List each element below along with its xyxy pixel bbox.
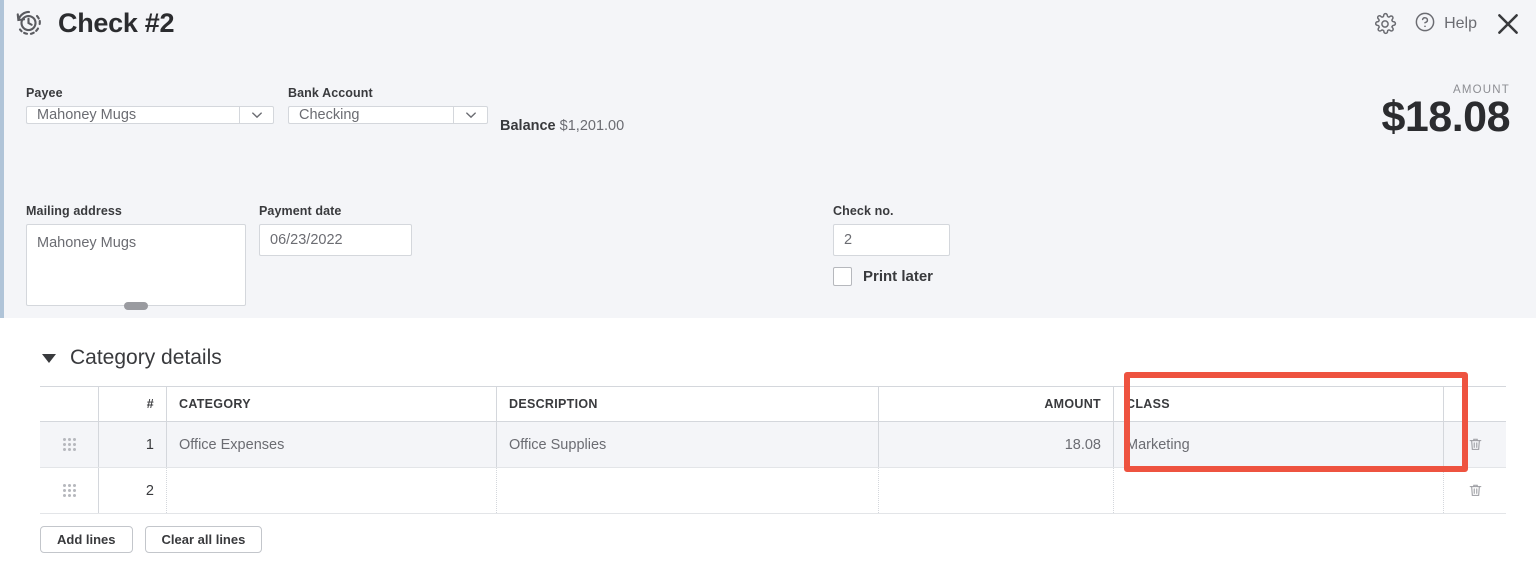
th-category: CATEGORY xyxy=(166,387,496,421)
row-number: 2 xyxy=(98,468,166,513)
row-delete-button[interactable] xyxy=(1443,422,1506,467)
mailing-address-input[interactable]: Mahoney Mugs xyxy=(26,224,246,310)
mailing-address-value: Mahoney Mugs xyxy=(37,235,137,251)
title-group: Check #2 xyxy=(14,8,174,38)
chevron-down-icon xyxy=(42,353,56,363)
th-amount: AMOUNT xyxy=(878,387,1113,421)
row-category[interactable] xyxy=(166,468,496,513)
add-lines-button[interactable]: Add lines xyxy=(40,526,133,553)
th-description: DESCRIPTION xyxy=(496,387,878,421)
mailing-address-field-group: Mailing address Mahoney Mugs xyxy=(26,204,246,310)
category-details-toggle[interactable]: Category details xyxy=(42,346,222,370)
bank-account-label: Bank Account xyxy=(288,86,373,100)
check-no-value: 2 xyxy=(844,232,853,248)
print-later-label: Print later xyxy=(863,268,934,285)
header-actions: Help xyxy=(1373,10,1522,38)
payment-date-label: Payment date xyxy=(259,204,342,218)
payment-date-value: 06/23/2022 xyxy=(270,232,343,248)
page-title: Check #2 xyxy=(58,7,175,38)
chevron-down-icon[interactable] xyxy=(239,106,274,124)
check-form-panel: Check #2 Help Payee Mahoney Mugs Bank Ac… xyxy=(0,0,1536,318)
print-later-checkbox[interactable] xyxy=(833,267,852,286)
check-no-label: Check no. xyxy=(833,204,894,218)
amount-display: AMOUNT $18.08 xyxy=(1381,84,1510,140)
row-category[interactable]: Office Expenses xyxy=(166,422,496,467)
gear-icon[interactable] xyxy=(1373,12,1397,36)
bank-account-input[interactable]: Checking xyxy=(288,106,488,124)
check-no-input[interactable]: 2 xyxy=(833,224,950,256)
th-class: CLASS xyxy=(1113,387,1443,421)
section-title: Category details xyxy=(70,346,222,369)
payment-date-field-group: Payment date 06/23/2022 xyxy=(259,204,412,256)
amount-value: $18.08 xyxy=(1381,93,1510,141)
print-later-toggle[interactable]: Print later xyxy=(833,267,933,286)
row-drag-handle[interactable] xyxy=(40,422,98,467)
bank-account-value[interactable]: Checking xyxy=(288,106,453,124)
payee-label: Payee xyxy=(26,86,63,100)
drag-dots-icon xyxy=(62,484,76,497)
bank-balance: Balance $1,201.00 xyxy=(500,118,624,134)
row-amount[interactable]: 18.08 xyxy=(878,422,1113,467)
table-actions: Add lines Clear all lines xyxy=(40,526,263,553)
table-header-row: # CATEGORY DESCRIPTION AMOUNT CLASS xyxy=(40,386,1506,422)
help-label: Help xyxy=(1444,15,1477,32)
row-description[interactable]: Office Supplies xyxy=(496,422,878,467)
row-amount[interactable] xyxy=(878,468,1113,513)
table-row[interactable]: 2 xyxy=(40,468,1506,514)
history-clock-icon[interactable] xyxy=(14,8,44,38)
row-class[interactable]: Marketing xyxy=(1113,422,1443,467)
row-class[interactable] xyxy=(1113,468,1443,513)
payee-input[interactable]: Mahoney Mugs xyxy=(26,106,274,124)
row-number: 1 xyxy=(98,422,166,467)
payment-date-input[interactable]: 06/23/2022 xyxy=(259,224,412,256)
check-no-field-group: Check no. 2 xyxy=(833,204,950,256)
th-grip xyxy=(40,387,98,421)
payee-field-group: Payee Mahoney Mugs xyxy=(26,86,274,124)
th-number: # xyxy=(98,387,166,421)
chevron-down-icon[interactable] xyxy=(453,106,488,124)
row-description[interactable] xyxy=(496,468,878,513)
th-delete xyxy=(1443,387,1506,421)
payee-value[interactable]: Mahoney Mugs xyxy=(26,106,239,124)
mailing-address-label: Mailing address xyxy=(26,204,122,218)
resize-handle[interactable] xyxy=(124,302,148,310)
help-button[interactable]: Help xyxy=(1414,11,1477,38)
category-details-section: Category details # CATEGORY DESCRIPTION … xyxy=(0,318,1536,577)
clear-all-lines-button[interactable]: Clear all lines xyxy=(144,526,263,553)
bank-account-field-group: Bank Account Checking xyxy=(288,86,488,124)
balance-value: $1,201.00 xyxy=(559,118,625,134)
table-row[interactable]: 1 Office Expenses Office Supplies 18.08 … xyxy=(40,422,1506,468)
row-delete-button[interactable] xyxy=(1443,468,1506,513)
close-x-icon[interactable] xyxy=(1494,10,1522,38)
row-drag-handle[interactable] xyxy=(40,468,98,513)
balance-label: Balance xyxy=(500,118,556,134)
drag-dots-icon xyxy=(62,438,76,451)
line-items-table: # CATEGORY DESCRIPTION AMOUNT CLASS 1 Of… xyxy=(40,386,1506,514)
dialog-header: Check #2 Help xyxy=(0,0,1536,54)
question-circle-icon xyxy=(1414,11,1436,38)
